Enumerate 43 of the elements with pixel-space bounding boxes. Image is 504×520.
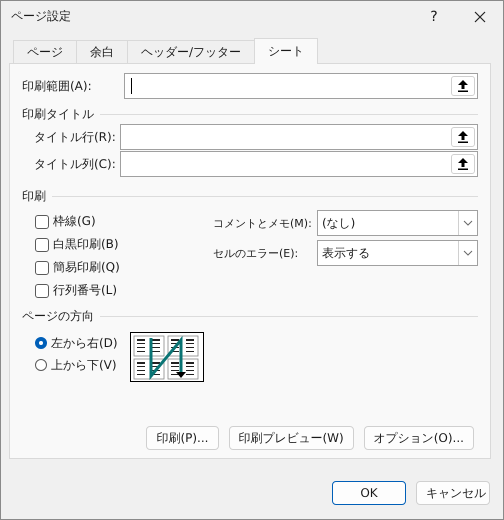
checkbox-label: 簡易印刷(Q) xyxy=(53,259,120,276)
print-area-field[interactable] xyxy=(124,73,478,99)
section-heading: ページの方向 xyxy=(22,308,94,324)
panel-button[interactable]: オプション(O)... xyxy=(364,426,474,450)
checkbox[interactable] xyxy=(35,284,49,298)
panel-button[interactable]: 印刷(P)... xyxy=(146,426,218,450)
panel-button[interactable]: 印刷プレビュー(W) xyxy=(228,426,354,450)
window-title: ページ設定 xyxy=(11,8,72,25)
tab[interactable]: ページ xyxy=(13,40,77,64)
input-field[interactable] xyxy=(120,151,478,177)
radio-label: 上から下(V) xyxy=(51,356,117,374)
chevron-icon xyxy=(463,220,473,226)
checkbox-label: 枠線(G) xyxy=(53,213,96,230)
collapse-button[interactable] xyxy=(451,76,475,96)
upload-arrow-icon xyxy=(458,80,468,92)
dropdown[interactable]: 表示する xyxy=(317,240,478,266)
radio-button[interactable] xyxy=(35,337,47,349)
checkbox-label: 白黒印刷(B) xyxy=(53,236,119,253)
upload-arrow-icon xyxy=(458,131,468,143)
input-field[interactable] xyxy=(120,124,478,150)
upload-arrow-icon xyxy=(458,158,468,170)
dropdown[interactable]: (なし) xyxy=(317,210,478,236)
close-icon[interactable] xyxy=(474,10,486,22)
dropdown-label: コメントとメモ(M): xyxy=(213,216,313,230)
field-label: 印刷範囲(A): xyxy=(22,78,93,94)
checkbox[interactable] xyxy=(35,260,49,274)
dropdown-label: セルのエラー(E): xyxy=(213,246,300,260)
section-heading: 印刷タイトル xyxy=(22,106,94,122)
chevron-icon xyxy=(463,250,473,256)
collapse-button[interactable] xyxy=(451,154,475,174)
dialog-button[interactable]: キャンセル xyxy=(416,481,490,505)
collapse-button[interactable] xyxy=(451,127,475,147)
section-heading: 印刷 xyxy=(22,188,46,204)
dialog-button[interactable]: OK xyxy=(332,481,406,505)
checkbox[interactable] xyxy=(35,238,49,252)
tab[interactable]: シート xyxy=(254,38,318,64)
checkbox[interactable] xyxy=(35,214,49,228)
checkbox-label: 行列番号(L) xyxy=(53,282,118,299)
radio-label: 左から右(D) xyxy=(51,334,118,352)
field-label: タイトル行(R): xyxy=(34,128,117,146)
help-button[interactable]: ? xyxy=(411,8,457,24)
radio-button[interactable] xyxy=(35,359,47,371)
field-label: タイトル列(C): xyxy=(34,156,117,172)
